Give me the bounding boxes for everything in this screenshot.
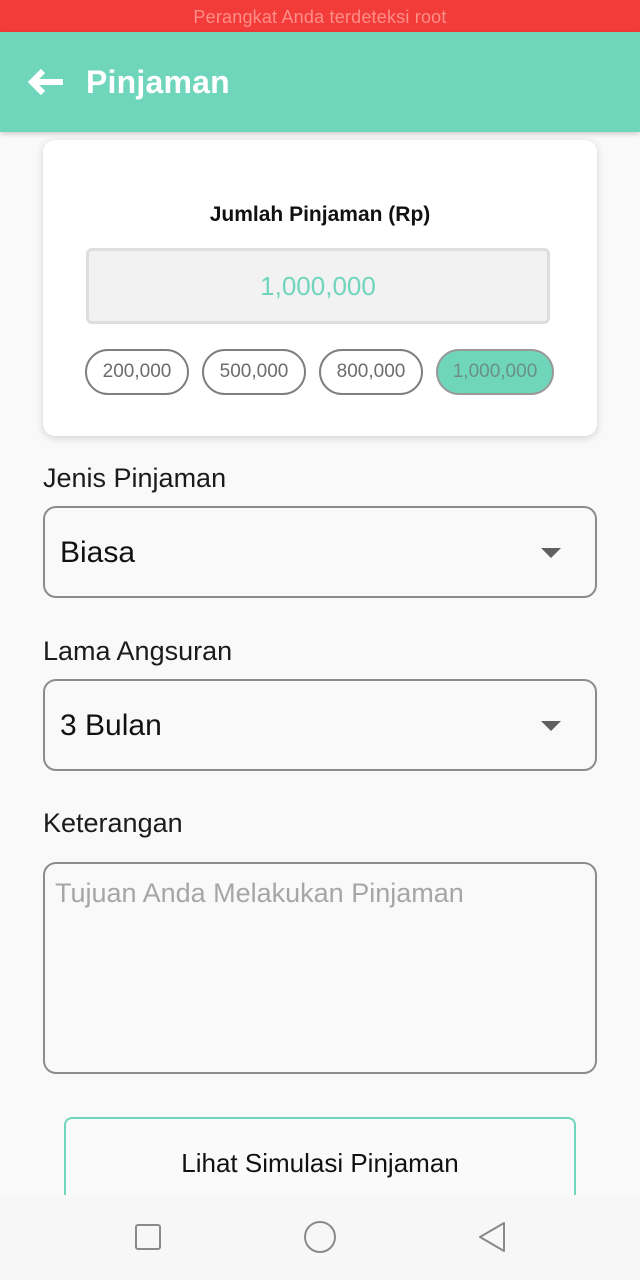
loan-amount-card: Jumlah Pinjaman (Rp) 200,000 500,000 800… <box>43 140 597 436</box>
preset-chip-200000[interactable]: 200,000 <box>85 349 189 395</box>
circle-home-icon <box>304 1221 336 1253</box>
loan-type-selected-value: Biasa <box>60 536 136 569</box>
dropdown-arrow-icon <box>541 548 561 558</box>
notes-textarea[interactable] <box>43 862 597 1074</box>
system-back-button[interactable] <box>470 1215 514 1259</box>
loan-type-label: Jenis Pinjaman <box>43 463 227 493</box>
root-warning-banner: Perangkat Anda terdeteksi root <box>0 0 640 32</box>
preset-chip-500000[interactable]: 500,000 <box>202 349 306 395</box>
system-navigation-bar <box>0 1195 640 1280</box>
page-title: Pinjaman <box>86 64 230 100</box>
back-button[interactable] <box>20 60 72 104</box>
square-recents-icon <box>135 1224 161 1250</box>
triangle-back-icon <box>479 1222 505 1252</box>
app-bar: Pinjaman <box>0 32 640 132</box>
installment-period-label: Lama Angsuran <box>43 636 233 666</box>
recents-button[interactable] <box>126 1215 170 1259</box>
installment-period-dropdown[interactable]: 3 Bulan <box>43 679 597 771</box>
loan-amount-title: Jumlah Pinjaman (Rp) <box>209 203 431 226</box>
notes-label: Keterangan <box>43 808 183 838</box>
preset-chip-800000[interactable]: 800,000 <box>319 349 423 395</box>
loan-screen: Perangkat Anda terdeteksi root Pinjaman … <box>0 0 640 1280</box>
arrow-left-icon <box>27 68 63 96</box>
home-button[interactable] <box>298 1215 342 1259</box>
loan-amount-input[interactable] <box>86 248 550 324</box>
installment-period-selected-value: 3 Bulan <box>60 709 162 742</box>
loan-type-dropdown[interactable]: Biasa <box>43 506 597 598</box>
preset-chip-1000000-selected[interactable]: 1,000,000 <box>436 349 554 395</box>
dropdown-arrow-icon <box>541 721 561 731</box>
amount-preset-chips: 200,000 500,000 800,000 1,000,000 <box>85 349 555 395</box>
view-loan-simulation-button[interactable]: Lihat Simulasi Pinjaman <box>64 1117 576 1207</box>
